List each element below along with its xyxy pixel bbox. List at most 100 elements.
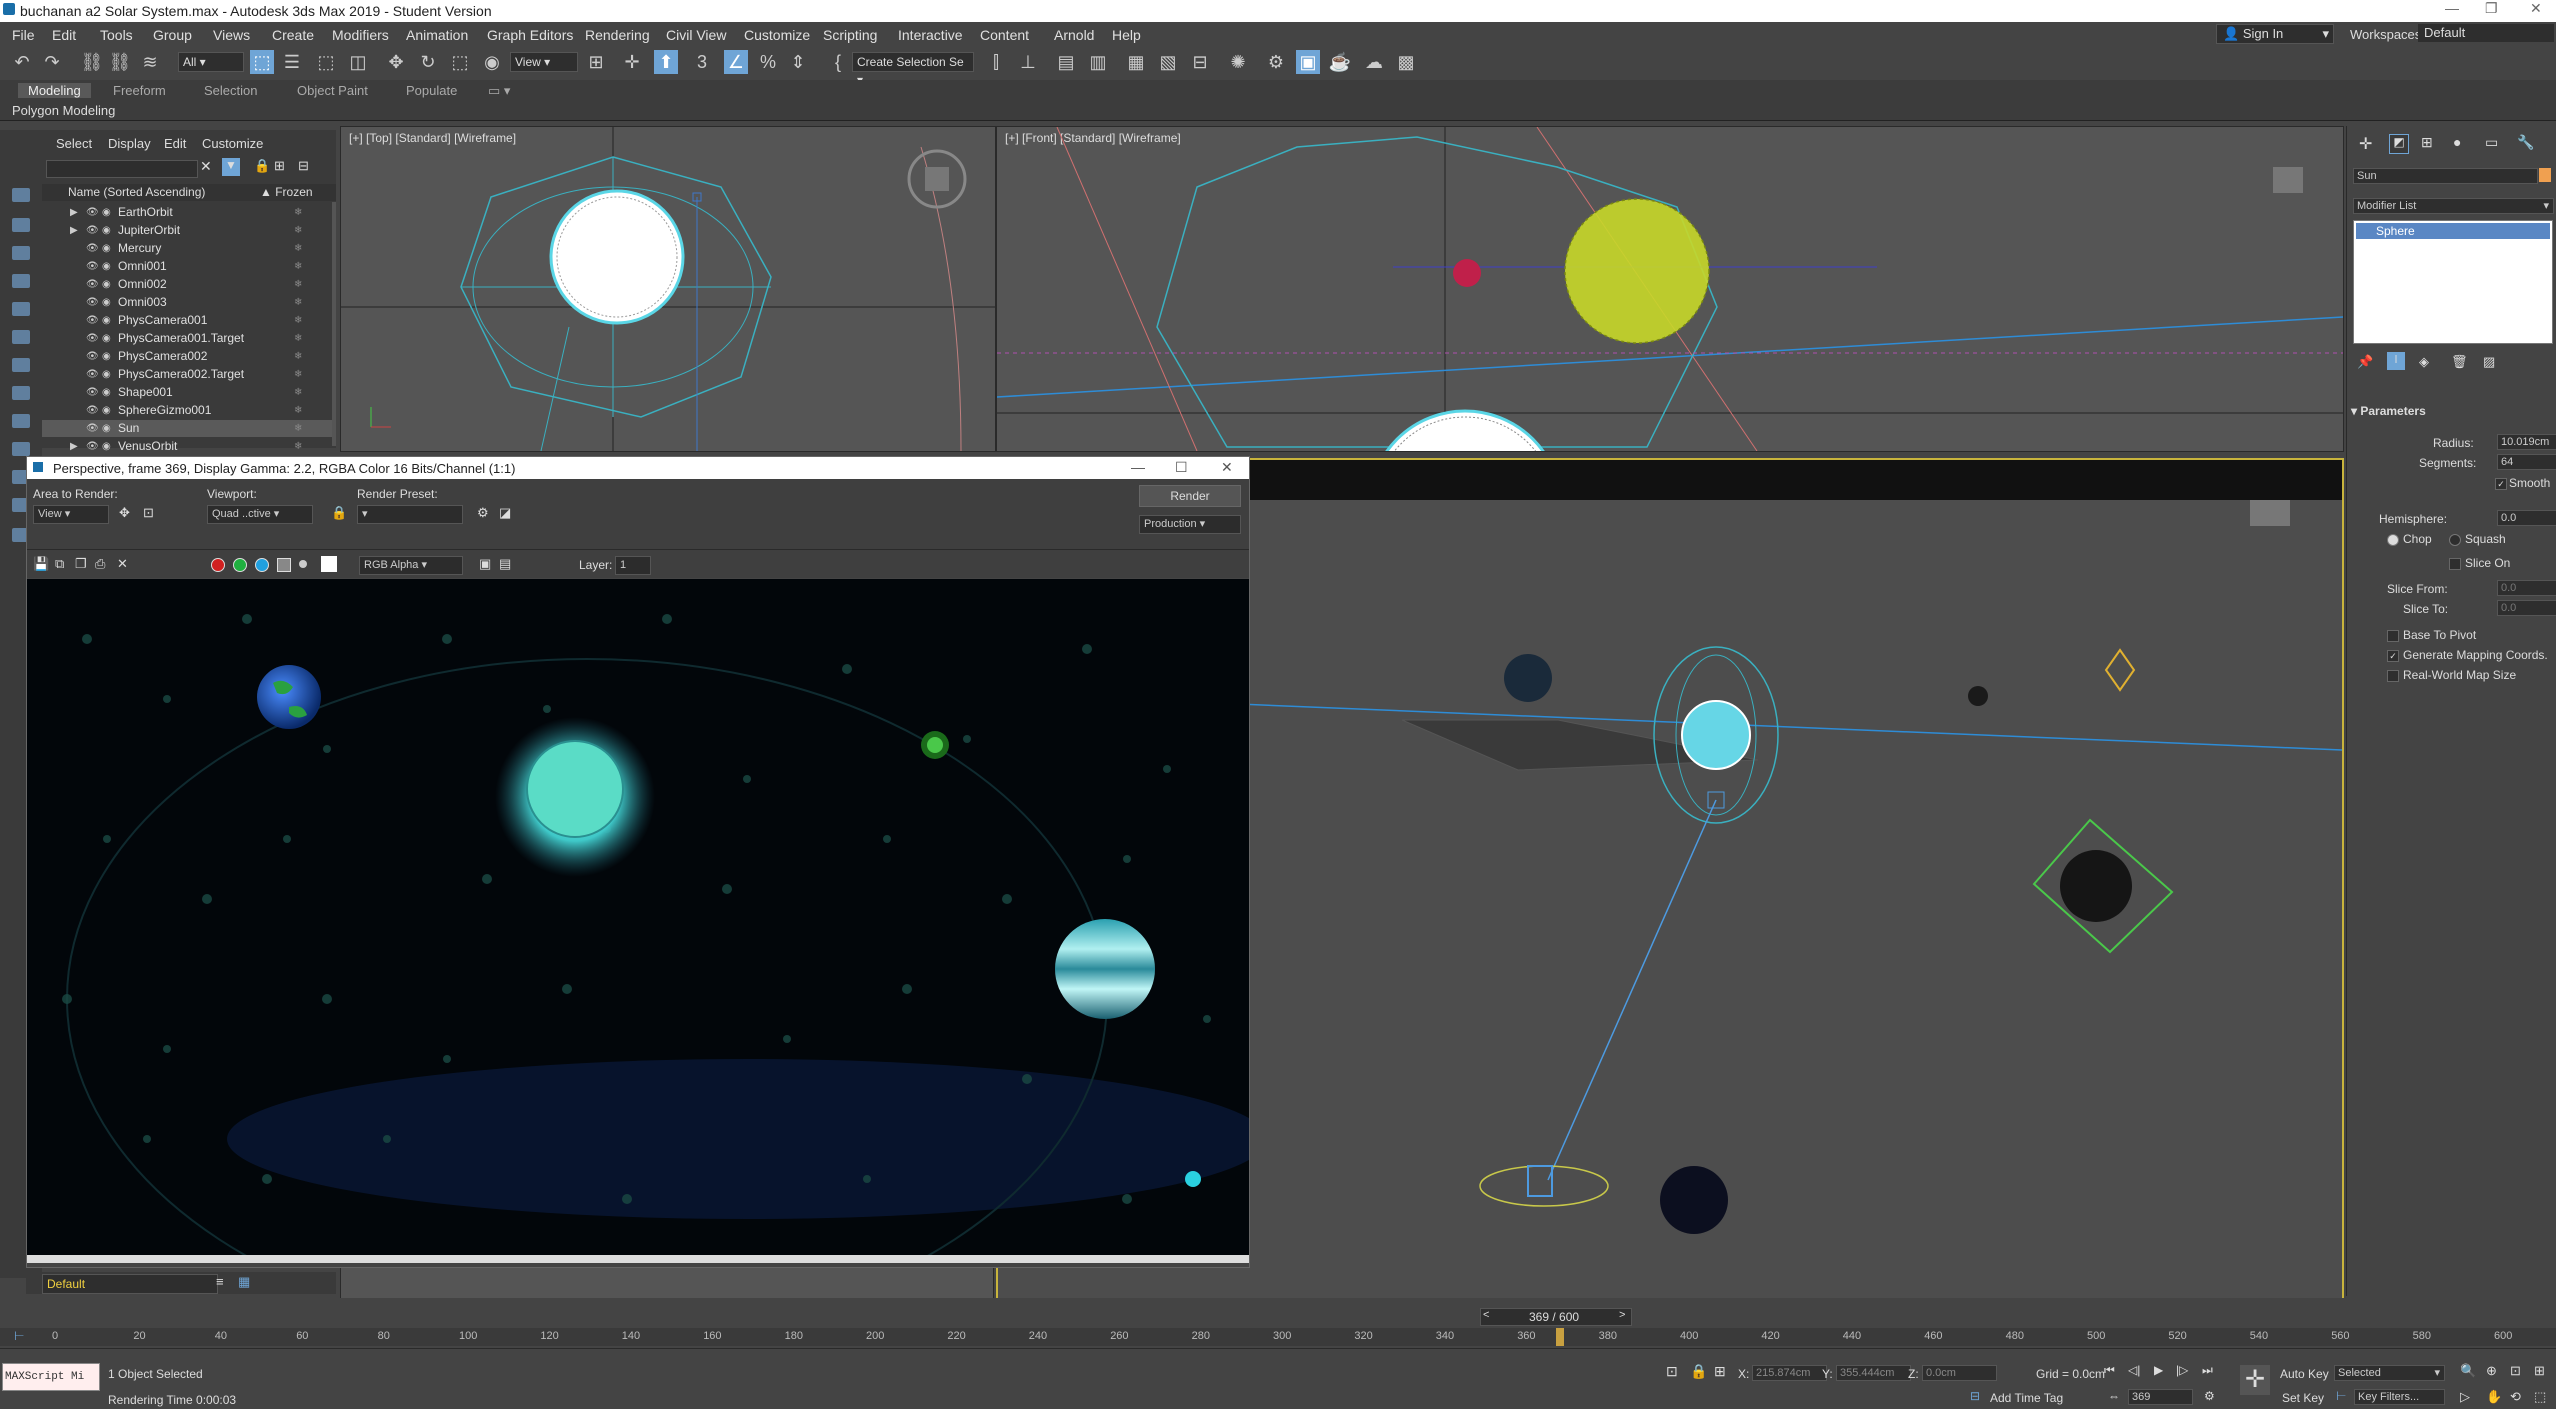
- display-none-icon[interactable]: [12, 188, 30, 202]
- named-selection-dropdown[interactable]: Create Selection Se ▾: [852, 52, 974, 87]
- display-shapes-icon[interactable]: [12, 246, 30, 260]
- scene-item[interactable]: ▶ 👁 ◉ VenusOrbit ❄: [42, 438, 336, 455]
- edit-region-icon[interactable]: ✥: [119, 505, 130, 521]
- undo-icon[interactable]: ↶: [10, 50, 34, 74]
- explorer-scrollbar[interactable]: [332, 202, 336, 446]
- orbit-icon[interactable]: ⟲: [2510, 1389, 2521, 1405]
- display-xrefs-icon[interactable]: [12, 414, 30, 428]
- time-tag-icon[interactable]: ⊟: [1970, 1389, 1980, 1403]
- layer-manager-icon[interactable]: ▦: [238, 1274, 250, 1290]
- display-bones-icon[interactable]: [12, 442, 30, 456]
- save-image-icon[interactable]: 💾: [33, 556, 49, 572]
- utilities-tab-icon[interactable]: 🔧: [2517, 134, 2534, 151]
- column-frozen-header[interactable]: ▲ Frozen: [260, 184, 313, 201]
- scene-item[interactable]: 👁 ◉ PhysCamera001 ❄: [42, 312, 336, 329]
- parameters-rollout-header[interactable]: ▾ Parameters: [2351, 404, 2551, 420]
- expand-arrow-icon[interactable]: ▶: [70, 222, 78, 239]
- smooth-checkbox[interactable]: ✓: [2495, 478, 2507, 490]
- freeze-icon[interactable]: ❄: [294, 276, 302, 293]
- scene-item[interactable]: 👁 ◉ Omni003 ❄: [42, 294, 336, 311]
- move-icon[interactable]: ✥: [384, 50, 408, 74]
- scene-item[interactable]: 👁 ◉ Sun ❄: [42, 420, 336, 437]
- render-preset-dropdown[interactable]: ▾: [357, 505, 463, 524]
- current-frame-field[interactable]: 369: [2128, 1389, 2193, 1405]
- pan-icon[interactable]: ✋: [2486, 1389, 2502, 1405]
- redo-icon[interactable]: ↷: [40, 50, 64, 74]
- pin-stack-icon[interactable]: 📌: [2357, 354, 2373, 370]
- viewport-left-sliver[interactable]: [340, 1266, 994, 1300]
- scene-item[interactable]: 👁 ◉ Shape001 ❄: [42, 384, 336, 401]
- render-cloud-icon[interactable]: ☁: [1362, 50, 1386, 74]
- environment-icon[interactable]: ◪: [499, 505, 511, 521]
- time-next-icon[interactable]: >: [1619, 1309, 1625, 1321]
- isolate-selection-icon[interactable]: ⊡: [1666, 1363, 1678, 1380]
- key-filters-button[interactable]: Key Filters...: [2354, 1389, 2445, 1405]
- curve-editor-icon[interactable]: ▧: [1156, 50, 1180, 74]
- make-unique-icon[interactable]: ◈: [2419, 354, 2429, 370]
- previous-frame-icon[interactable]: ◁|: [2128, 1363, 2140, 1377]
- ribbon-toggle-icon[interactable]: ▦: [1124, 50, 1148, 74]
- layer-sort-icon[interactable]: ⊟: [298, 158, 309, 174]
- tab-selection[interactable]: Selection: [204, 83, 257, 98]
- base-to-pivot-checkbox[interactable]: [2387, 630, 2399, 642]
- scene-explorer-menu-select[interactable]: Select: [56, 136, 92, 151]
- menu-group[interactable]: Group: [153, 27, 192, 43]
- layer-explorer-icon[interactable]: ▥: [1086, 50, 1110, 74]
- display-cameras-icon[interactable]: [12, 302, 30, 316]
- render-window-minimize[interactable]: —: [1131, 459, 1145, 475]
- keyboard-shortcut-icon[interactable]: ⬆: [654, 50, 678, 74]
- scene-item[interactable]: 👁 ◉ PhysCamera002 ❄: [42, 348, 336, 365]
- ribbon-options-icon[interactable]: ▭ ▾: [488, 83, 510, 99]
- menu-civil-view[interactable]: Civil View: [666, 27, 726, 43]
- real-world-map-checkbox[interactable]: [2387, 670, 2399, 682]
- menu-rendering[interactable]: Rendering: [585, 27, 650, 43]
- freeze-icon[interactable]: ❄: [294, 240, 302, 257]
- unlink-icon[interactable]: ⛓: [108, 50, 132, 74]
- percent-snap-icon[interactable]: %: [756, 50, 780, 74]
- freeze-icon[interactable]: ❄: [294, 348, 302, 365]
- scene-explorer-icon[interactable]: ▤: [1054, 50, 1078, 74]
- tab-populate[interactable]: Populate: [406, 83, 457, 98]
- menu-arnold[interactable]: Arnold: [1054, 27, 1094, 43]
- generate-mapping-checkbox[interactable]: ✓: [2387, 650, 2399, 662]
- restore-button[interactable]: ❐: [2485, 0, 2498, 17]
- render-setup-icon[interactable]: ⚙: [1264, 50, 1288, 74]
- hierarchy-icon[interactable]: ⊞: [274, 158, 285, 174]
- display-tab-icon[interactable]: ▭: [2485, 134, 2498, 151]
- absolute-mode-icon[interactable]: ⊞: [1714, 1363, 1726, 1380]
- key-filters-icon[interactable]: ⊢: [2336, 1389, 2346, 1403]
- scene-explorer-search-input[interactable]: [46, 160, 198, 178]
- visibility-eye-icon[interactable]: 👁: [86, 330, 99, 347]
- link-icon[interactable]: ⛓: [80, 50, 104, 74]
- menu-edit[interactable]: Edit: [52, 27, 76, 43]
- time-slider[interactable]: < 369 / 600 >: [1480, 1308, 1632, 1326]
- motion-tab-icon[interactable]: ●: [2453, 134, 2461, 150]
- visibility-eye-icon[interactable]: 👁: [86, 420, 99, 437]
- polygon-modeling-label[interactable]: Polygon Modeling: [12, 103, 115, 118]
- a360-gallery-icon[interactable]: ▩: [1394, 50, 1418, 74]
- remove-modifier-icon[interactable]: 🗑: [2451, 354, 2468, 370]
- mirror-icon[interactable]: ⫿: [984, 50, 1008, 74]
- display-channel-dropdown[interactable]: RGB Alpha ▾: [359, 556, 463, 575]
- layer-stack-icon[interactable]: ≡: [216, 1274, 224, 1289]
- minimize-button[interactable]: —: [2445, 0, 2459, 16]
- y-coord-field[interactable]: 355.444cm: [1836, 1365, 1911, 1381]
- select-object-icon[interactable]: ⬚: [250, 50, 274, 74]
- freeze-icon[interactable]: ❄: [294, 438, 302, 455]
- scene-item[interactable]: 👁 ◉ PhysCamera002.Target ❄: [42, 366, 336, 383]
- menu-animation[interactable]: Animation: [406, 27, 468, 43]
- red-channel-icon[interactable]: [211, 558, 225, 572]
- freeze-icon[interactable]: ❄: [294, 294, 302, 311]
- print-image-icon[interactable]: ⎙: [95, 556, 105, 572]
- render-production-icon[interactable]: ☕: [1328, 50, 1352, 74]
- render-window-maximize[interactable]: ☐: [1175, 459, 1188, 476]
- layer-spinner[interactable]: 1: [615, 556, 651, 575]
- schematic-view-icon[interactable]: ⊟: [1188, 50, 1212, 74]
- background-swatch[interactable]: [321, 556, 337, 572]
- slice-on-checkbox[interactable]: [2449, 558, 2461, 570]
- clear-image-icon[interactable]: ✕: [117, 556, 128, 572]
- freeze-icon[interactable]: ❄: [294, 420, 302, 437]
- green-channel-icon[interactable]: [233, 558, 247, 572]
- menu-customize[interactable]: Customize: [744, 27, 810, 43]
- clear-search-icon[interactable]: ✕: [200, 158, 212, 175]
